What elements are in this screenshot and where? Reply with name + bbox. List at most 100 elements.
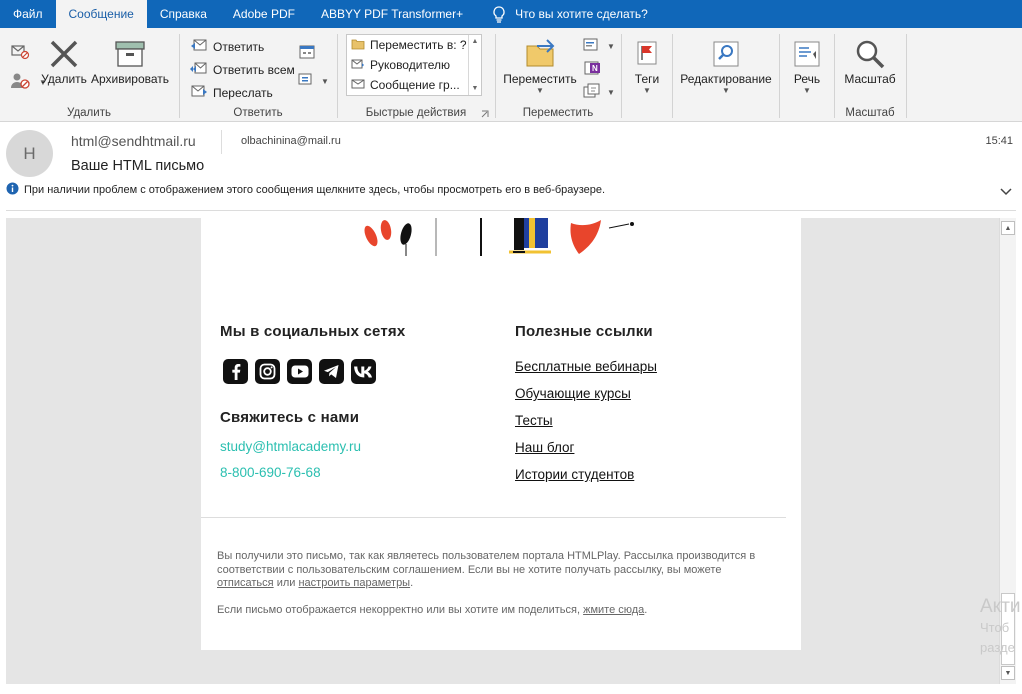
im-reply-icon: [298, 72, 316, 91]
zoom-group: Масштаб Масштаб: [835, 32, 905, 120]
sender-address[interactable]: html@sendhtmail.ru: [71, 133, 196, 149]
speech-caret-icon: ▼: [803, 86, 811, 95]
tags-caret-icon: ▼: [643, 86, 651, 95]
tab-file[interactable]: Файл: [0, 0, 56, 28]
reply-button[interactable]: Ответить: [190, 37, 264, 56]
info-text: При наличии проблем с отображением этого…: [24, 184, 606, 196]
ignore-button[interactable]: [10, 42, 30, 63]
info-bar[interactable]: При наличии проблем с отображением этого…: [6, 182, 605, 198]
quick-steps-label: Быстрые действия: [365, 107, 467, 119]
magnifier-icon: [854, 36, 886, 72]
facebook-icon[interactable]: [223, 359, 248, 384]
forward-icon: [190, 83, 208, 102]
meeting-reply-button[interactable]: [298, 44, 316, 63]
quick-step-manager-label: Руководителю: [370, 58, 451, 72]
tab-adobe-pdf[interactable]: Adobe PDF: [220, 0, 308, 28]
watermark-line-2: Чтоб: [980, 620, 1010, 635]
respond-group-label: Ответить: [233, 107, 283, 119]
editing-caret-icon: ▼: [722, 86, 730, 95]
quick-step-move[interactable]: Переместить в: ?: [347, 35, 481, 55]
footer-share-text: Если письмо отображается некорректно или…: [217, 604, 581, 616]
move-group-label: Переместить: [522, 107, 594, 119]
view-online-link[interactable]: жмите сюда: [583, 604, 644, 616]
move-button[interactable]: Переместить ▼: [502, 36, 578, 95]
quick-step-move-label: Переместить в: ?: [370, 38, 467, 52]
email-card: Мы в социальных сетях Свяжитесь с нами s…: [201, 218, 801, 650]
reply-icon: [190, 37, 208, 56]
tell-me-text: Что вы хотите сделать?: [515, 7, 648, 21]
quick-steps-launcher[interactable]: [481, 107, 489, 121]
respond-group: Ответить Ответить всем Переслать ▼ Ответ…: [180, 32, 336, 120]
flag-icon: [635, 36, 659, 72]
link-blog[interactable]: Наш блог: [515, 440, 657, 457]
message-header: H html@sendhtmail.ru olbachinina@mail.ru…: [0, 122, 1022, 212]
more-respond-button[interactable]: ▼: [298, 72, 329, 91]
separator: [621, 34, 622, 118]
settings-link[interactable]: настроить параметры: [298, 577, 410, 589]
tell-me-box[interactable]: Что вы хотите сделать?: [476, 0, 648, 28]
tags-button[interactable]: Теги ▼: [628, 36, 666, 95]
tab-message[interactable]: Сообщение: [55, 0, 147, 28]
social-title: Мы в социальных сетях: [220, 323, 406, 340]
recipient-address[interactable]: olbachinina@mail.ru: [241, 135, 341, 147]
editing-label: Редактирование: [680, 72, 772, 86]
forward-button[interactable]: Переслать: [190, 83, 273, 102]
onenote-button[interactable]: N: [582, 60, 602, 79]
watermark-line-3: разде: [980, 640, 1015, 655]
link-student-stories[interactable]: Истории студентов: [515, 467, 657, 484]
tab-help[interactable]: Справка: [147, 0, 220, 28]
folder-move-big-icon: [523, 36, 557, 72]
speech-label: Речь: [793, 72, 821, 86]
activation-watermark: Акти Чтоб разде: [980, 596, 1021, 658]
email-body: Мы в социальных сетях Свяжитесь с нами s…: [6, 218, 999, 684]
youtube-icon[interactable]: [287, 359, 312, 384]
rules-button[interactable]: ▼: [582, 37, 615, 56]
separator: [672, 34, 673, 118]
find-icon: [712, 36, 740, 72]
contact-title: Свяжитесь с нами: [220, 409, 360, 426]
speech-button[interactable]: Речь ▼: [788, 36, 826, 95]
footer-text: Вы получили это письмо, так как являетес…: [217, 550, 756, 576]
quick-steps-gallery: Переместить в: ? Руководителю Сообщение …: [346, 34, 482, 96]
quick-step-team[interactable]: Сообщение гр...: [347, 75, 481, 95]
scroll-up-icon[interactable]: ▲: [472, 38, 479, 45]
separator: [906, 34, 907, 118]
quick-steps-scroll[interactable]: ▲ ▼: [468, 35, 481, 95]
rules-icon: [582, 37, 602, 56]
zoom-button[interactable]: Масштаб: [839, 36, 901, 86]
actions-button[interactable]: ▼: [582, 83, 615, 102]
dialog-launcher-icon: [481, 107, 489, 121]
avatar[interactable]: H: [6, 130, 53, 177]
archive-label: Архивировать: [90, 72, 170, 86]
mail-forward-icon: [351, 58, 365, 73]
reply-all-button[interactable]: Ответить всем: [190, 60, 295, 79]
meeting-icon: [298, 44, 316, 63]
link-tests[interactable]: Тесты: [515, 413, 657, 430]
instagram-icon[interactable]: [255, 359, 280, 384]
unsubscribe-link[interactable]: отписаться: [217, 577, 274, 589]
contact-phone-link[interactable]: 8-800-690-76-68: [220, 465, 321, 480]
onenote-icon: N: [582, 60, 602, 79]
rules-caret-icon: ▼: [607, 42, 615, 51]
scroll-down-arrow-icon[interactable]: ▼: [1001, 666, 1015, 680]
respond-caret-icon: ▼: [321, 77, 329, 86]
watermark-line-1: Акти: [980, 596, 1021, 617]
delete-button[interactable]: Удалить: [40, 36, 88, 86]
tab-abbyy[interactable]: ABBYY PDF Transformer+: [308, 0, 476, 28]
link-webinars[interactable]: Бесплатные вебинары: [515, 359, 657, 376]
telegram-icon[interactable]: [319, 359, 344, 384]
link-courses[interactable]: Обучающие курсы: [515, 386, 657, 403]
move-label: Переместить: [503, 72, 577, 86]
message-time: 15:41: [985, 135, 1013, 147]
quick-step-manager[interactable]: Руководителю: [347, 55, 481, 75]
editing-button[interactable]: Редактирование ▼: [680, 36, 772, 95]
junk-user-icon: [10, 72, 34, 93]
archive-button[interactable]: Архивировать: [90, 36, 170, 86]
message-subject: Ваше HTML письмо: [71, 158, 205, 174]
contact-email-link[interactable]: study@htmlacademy.ru: [220, 439, 361, 454]
scroll-up-arrow-icon[interactable]: ▲: [1001, 221, 1015, 235]
expand-header-chevron-icon[interactable]: [1000, 185, 1012, 199]
vk-icon[interactable]: [351, 359, 376, 384]
scroll-down-icon[interactable]: ▼: [472, 85, 479, 92]
zoom-group-label: Масштаб: [845, 107, 895, 119]
